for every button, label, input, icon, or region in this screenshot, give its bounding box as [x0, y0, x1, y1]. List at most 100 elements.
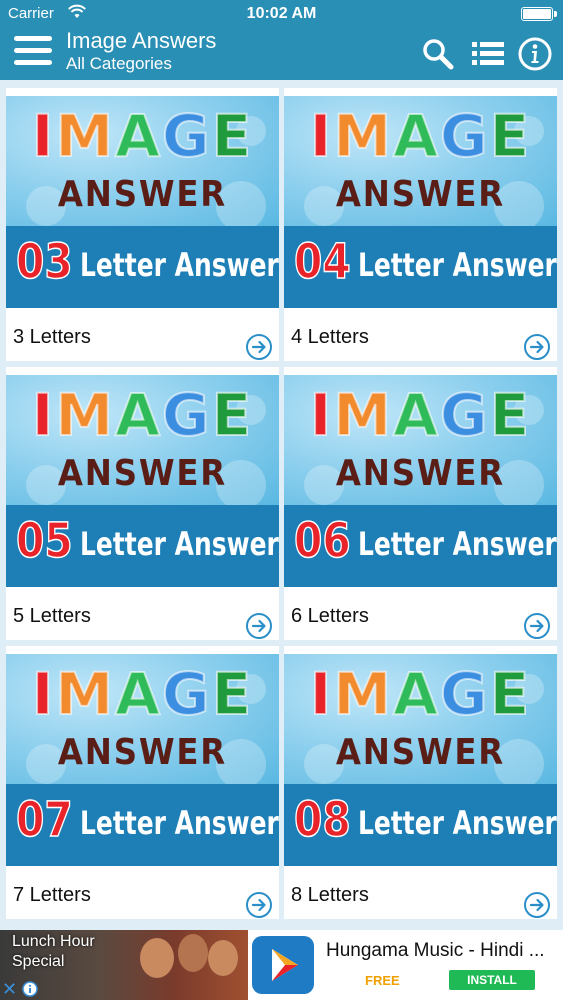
- letter-count-number: 05: [15, 512, 73, 570]
- category-card[interactable]: IMAGE ANSWER 08 Letter Answers 8 Letters: [284, 646, 557, 919]
- banner-number-strip: 07 Letter Answers: [6, 784, 279, 866]
- letter-answers-text: Letter Answers: [80, 246, 279, 284]
- letter-answers-text: Letter Answers: [358, 246, 557, 284]
- category-label[interactable]: 5 Letters: [13, 605, 91, 628]
- answer-word: ANSWER: [57, 732, 228, 773]
- ad-price: FREE: [365, 973, 400, 988]
- image-word-letter: E: [489, 102, 532, 170]
- answer-word: ANSWER: [335, 732, 506, 773]
- category-card[interactable]: IMAGE ANSWER 07 Letter Answers 7 Letters: [6, 646, 279, 919]
- ad-app-title[interactable]: Hungama Music - Hindi ...: [326, 940, 545, 962]
- letter-answers-text: Letter Answers: [80, 804, 279, 842]
- image-word-letter: E: [211, 102, 254, 170]
- arrow-right-circle-icon[interactable]: [245, 612, 273, 640]
- image-word-letter: G: [161, 660, 212, 728]
- image-word-letter: A: [114, 102, 162, 170]
- arrow-right-circle-icon[interactable]: [523, 891, 551, 919]
- page-subtitle: All Categories: [66, 54, 172, 73]
- clock-time: 10:02 AM: [246, 5, 317, 22]
- category-label[interactable]: 7 Letters: [13, 884, 91, 907]
- image-word: IMAGE: [6, 660, 279, 728]
- image-word-letter: A: [392, 660, 440, 728]
- image-word-letter: M: [332, 660, 394, 728]
- category-banner[interactable]: IMAGE ANSWER 08 Letter Answers: [284, 654, 557, 866]
- category-label[interactable]: 6 Letters: [291, 605, 369, 628]
- image-word-letter: M: [54, 102, 116, 170]
- ad-banner[interactable]: Lunch Hour Special ✕ Hungama Music - Hin…: [0, 930, 563, 1000]
- letter-count-number: 06: [293, 512, 351, 570]
- image-word: IMAGE: [284, 102, 557, 170]
- letter-count-number: 04: [293, 233, 351, 291]
- letter-count-number: 07: [15, 791, 73, 849]
- banner-background: IMAGE ANSWER: [6, 375, 279, 510]
- banner-number-strip: 03 Letter Answers: [6, 226, 279, 308]
- category-banner[interactable]: IMAGE ANSWER 03 Letter Answers: [6, 96, 279, 308]
- app-icon[interactable]: [252, 936, 314, 994]
- category-card[interactable]: IMAGE ANSWER 05 Letter Answers 5 Letters: [6, 367, 279, 640]
- answer-word: ANSWER: [335, 453, 506, 494]
- image-word-letter: G: [439, 102, 490, 170]
- banner-number-strip: 05 Letter Answers: [6, 505, 279, 587]
- category-banner[interactable]: IMAGE ANSWER 06 Letter Answers: [284, 375, 557, 587]
- letter-count-number: 08: [293, 791, 351, 849]
- image-word-letter: I: [31, 660, 56, 728]
- ad-info-icon[interactable]: [22, 981, 38, 997]
- image-word-letter: M: [54, 660, 116, 728]
- image-word-letter: E: [489, 381, 532, 449]
- category-label[interactable]: 3 Letters: [13, 326, 91, 349]
- category-banner[interactable]: IMAGE ANSWER 04 Letter Answers: [284, 96, 557, 308]
- category-card[interactable]: IMAGE ANSWER 03 Letter Answers 3 Letters: [6, 88, 279, 361]
- category-card[interactable]: IMAGE ANSWER 04 Letter Answers 4 Letters: [284, 88, 557, 361]
- letter-answers-text: Letter Answers: [358, 525, 557, 563]
- category-label[interactable]: 4 Letters: [291, 326, 369, 349]
- image-word-letter: G: [161, 381, 212, 449]
- image-word-letter: I: [309, 381, 334, 449]
- image-word-letter: M: [54, 381, 116, 449]
- category-banner[interactable]: IMAGE ANSWER 05 Letter Answers: [6, 375, 279, 587]
- arrow-right-circle-icon[interactable]: [523, 333, 551, 361]
- status-bar: Carrier 10:02 AM: [0, 0, 563, 28]
- banner-background: IMAGE ANSWER: [284, 375, 557, 510]
- image-word-letter: E: [211, 381, 254, 449]
- image-word-letter: A: [114, 660, 162, 728]
- search-icon[interactable]: [420, 36, 456, 72]
- answer-word: ANSWER: [335, 174, 506, 215]
- arrow-right-circle-icon[interactable]: [245, 333, 273, 361]
- banner-background: IMAGE ANSWER: [284, 96, 557, 231]
- menu-icon[interactable]: [14, 36, 52, 70]
- image-word-letter: I: [309, 660, 334, 728]
- image-word: IMAGE: [284, 381, 557, 449]
- image-word-letter: M: [332, 381, 394, 449]
- banner-background: IMAGE ANSWER: [6, 654, 279, 789]
- image-word: IMAGE: [6, 381, 279, 449]
- image-word-letter: G: [161, 102, 212, 170]
- play-icon: [272, 949, 298, 981]
- info-icon[interactable]: [517, 36, 553, 72]
- image-word-letter: G: [439, 660, 490, 728]
- category-banner[interactable]: IMAGE ANSWER 07 Letter Answers: [6, 654, 279, 866]
- category-card[interactable]: IMAGE ANSWER 06 Letter Answers 6 Letters: [284, 367, 557, 640]
- battery-icon: [521, 7, 557, 21]
- banner-background: IMAGE ANSWER: [284, 654, 557, 789]
- letter-answers-text: Letter Answers: [358, 804, 557, 842]
- image-word-letter: A: [392, 102, 440, 170]
- page-title: Image Answers: [66, 28, 217, 53]
- image-word-letter: A: [114, 381, 162, 449]
- image-word-letter: I: [31, 102, 56, 170]
- list-icon[interactable]: [470, 36, 506, 72]
- answer-word: ANSWER: [57, 174, 228, 215]
- close-icon[interactable]: ✕: [2, 980, 20, 998]
- banner-background: IMAGE ANSWER: [6, 96, 279, 231]
- ad-lunch-text: Lunch Hour Special: [12, 933, 95, 970]
- category-label[interactable]: 8 Letters: [291, 884, 369, 907]
- answer-word: ANSWER: [57, 453, 228, 494]
- banner-number-strip: 08 Letter Answers: [284, 784, 557, 866]
- image-word-letter: I: [31, 381, 56, 449]
- install-button[interactable]: INSTALL: [449, 970, 535, 990]
- image-word-letter: E: [489, 660, 532, 728]
- banner-number-strip: 06 Letter Answers: [284, 505, 557, 587]
- image-word-letter: E: [211, 660, 254, 728]
- arrow-right-circle-icon[interactable]: [245, 891, 273, 919]
- arrow-right-circle-icon[interactable]: [523, 612, 551, 640]
- letter-count-number: 03: [15, 233, 73, 291]
